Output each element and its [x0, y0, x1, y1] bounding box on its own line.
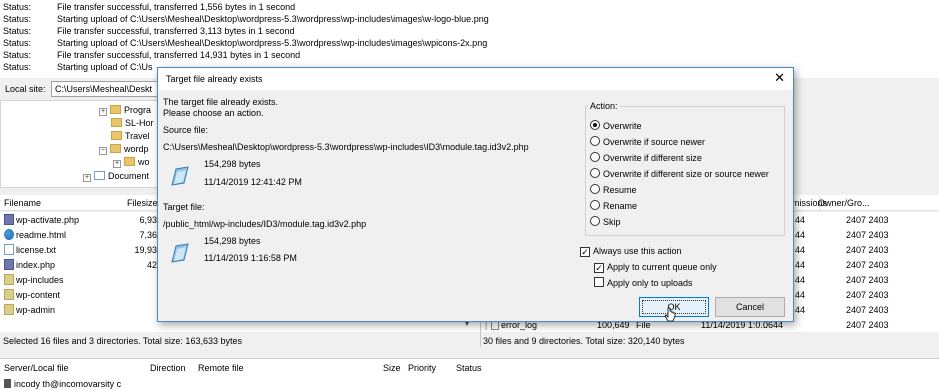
column-remote-file[interactable]: Remote file	[198, 363, 244, 373]
folder-icon	[111, 131, 122, 140]
source-file-size: 154,298 bytes	[204, 159, 261, 169]
column-owner[interactable]: Owner/Gro...	[818, 198, 870, 208]
source-file-label: Source file:	[163, 125, 209, 135]
radio-rename[interactable]: Rename	[590, 199, 637, 213]
expand-icon[interactable]: +	[99, 108, 107, 116]
radio-icon[interactable]	[590, 152, 600, 162]
radio-overwrite-if-different-size[interactable]: Overwrite if different size	[590, 151, 702, 165]
folder-icon	[111, 118, 122, 127]
log-line: Status: Starting upload of C:\Users\Meshe…	[3, 38, 488, 48]
target-file-icon	[170, 242, 190, 264]
column-priority[interactable]: Priority	[408, 363, 436, 373]
folder-icon	[110, 105, 121, 114]
source-file-path: C:\Users\Mesheal\Desktop\wordpress-5.3\w…	[163, 142, 529, 152]
folder-icon	[110, 144, 121, 153]
text-file-icon	[4, 244, 14, 255]
radio-selected-icon[interactable]	[590, 120, 600, 130]
mouse-cursor-icon	[664, 307, 676, 322]
radio-resume[interactable]: Resume	[590, 183, 637, 197]
log-line: Status: Starting upload of C:\Users\Meshe…	[3, 14, 489, 24]
local-status-text: Selected 16 files and 3 directories. Tot…	[3, 334, 478, 348]
folder-icon	[124, 157, 135, 166]
tree-item[interactable]: SL-Hor	[111, 117, 154, 129]
expand-icon[interactable]: +	[83, 174, 91, 182]
column-server-local-file[interactable]: Server/Local file	[4, 363, 69, 373]
folder-icon	[4, 304, 14, 315]
file-exists-dialog[interactable]: Target file already exists ✕ The target …	[157, 67, 794, 322]
column-size[interactable]: Size	[383, 363, 401, 373]
folder-icon	[4, 289, 14, 300]
checkbox-icon[interactable]	[594, 277, 604, 287]
tree-item[interactable]: − wordp	[99, 143, 149, 155]
source-file-icon	[170, 165, 190, 187]
close-icon[interactable]: ✕	[774, 71, 785, 85]
log-line: Status: Starting upload of C:\Us	[3, 62, 153, 72]
php-file-icon	[4, 214, 14, 225]
target-file-size: 154,298 bytes	[204, 236, 261, 246]
radio-icon[interactable]	[590, 216, 600, 226]
radio-icon[interactable]	[590, 184, 600, 194]
always-use-checkbox[interactable]: ✓ Always use this action	[580, 244, 682, 258]
radio-skip[interactable]: Skip	[590, 215, 621, 229]
cancel-button[interactable]: Cancel	[715, 297, 785, 317]
column-filename[interactable]: Filename	[4, 198, 41, 208]
radio-icon[interactable]	[590, 168, 600, 178]
source-file-date: 11/14/2019 12:41:42 PM	[204, 177, 302, 187]
radio-icon[interactable]	[590, 136, 600, 146]
tree-item[interactable]: Travel	[111, 130, 150, 142]
column-status[interactable]: Status	[456, 363, 482, 373]
collapse-icon[interactable]: −	[99, 147, 107, 155]
column-filesize[interactable]: Filesize	[127, 198, 158, 208]
radio-icon[interactable]	[590, 200, 600, 210]
apply-uploads-checkbox[interactable]: Apply only to uploads	[594, 276, 693, 290]
checkmark-icon[interactable]: ✓	[594, 263, 604, 273]
local-site-label: Local site:	[5, 84, 46, 94]
folder-icon	[4, 274, 14, 285]
dialog-title: Target file already exists	[166, 74, 263, 84]
target-file-date: 11/14/2019 1:16:58 PM	[204, 253, 297, 263]
radio-overwrite[interactable]: Overwrite	[590, 119, 642, 133]
documents-icon	[94, 171, 105, 180]
html-file-icon	[4, 229, 14, 240]
queue-row[interactable]: incody th@incomovarsity c	[4, 379, 121, 391]
remote-status-text: 30 files and 9 directories. Total size: …	[483, 334, 938, 348]
server-icon	[4, 379, 11, 388]
tree-item[interactable]: + wo	[113, 156, 150, 168]
tree-item[interactable]: + Progra	[99, 104, 151, 116]
action-label: Action:	[590, 101, 618, 111]
log-line: Status: File transfer successful, transfe…	[3, 2, 296, 12]
target-file-path: /public_html/wp-includes/ID3/module.tag.…	[163, 219, 367, 229]
target-file-label: Target file:	[163, 202, 205, 212]
php-file-icon	[4, 259, 14, 270]
expand-icon[interactable]: +	[113, 160, 121, 168]
message-line-2: Please choose an action.	[163, 108, 264, 118]
column-direction[interactable]: Direction	[150, 363, 186, 373]
radio-overwrite-if-size-or-newer[interactable]: Overwrite if different size or source ne…	[590, 167, 769, 181]
tree-item[interactable]: + Document	[83, 170, 149, 182]
radio-overwrite-if-newer[interactable]: Overwrite if source newer	[590, 135, 705, 149]
dialog-titlebar[interactable]: Target file already exists ✕	[158, 68, 793, 90]
message-line-1: The target file already exists.	[163, 97, 279, 107]
transfer-queue[interactable]: Server/Local file Direction Remote file …	[0, 358, 939, 391]
log-line: Status: File transfer successful, transfe…	[3, 26, 295, 36]
checkmark-icon[interactable]: ✓	[580, 247, 590, 257]
log-line: Status: File transfer successful, transfe…	[3, 50, 301, 60]
apply-queue-checkbox[interactable]: ✓ Apply to current queue only	[594, 260, 717, 274]
